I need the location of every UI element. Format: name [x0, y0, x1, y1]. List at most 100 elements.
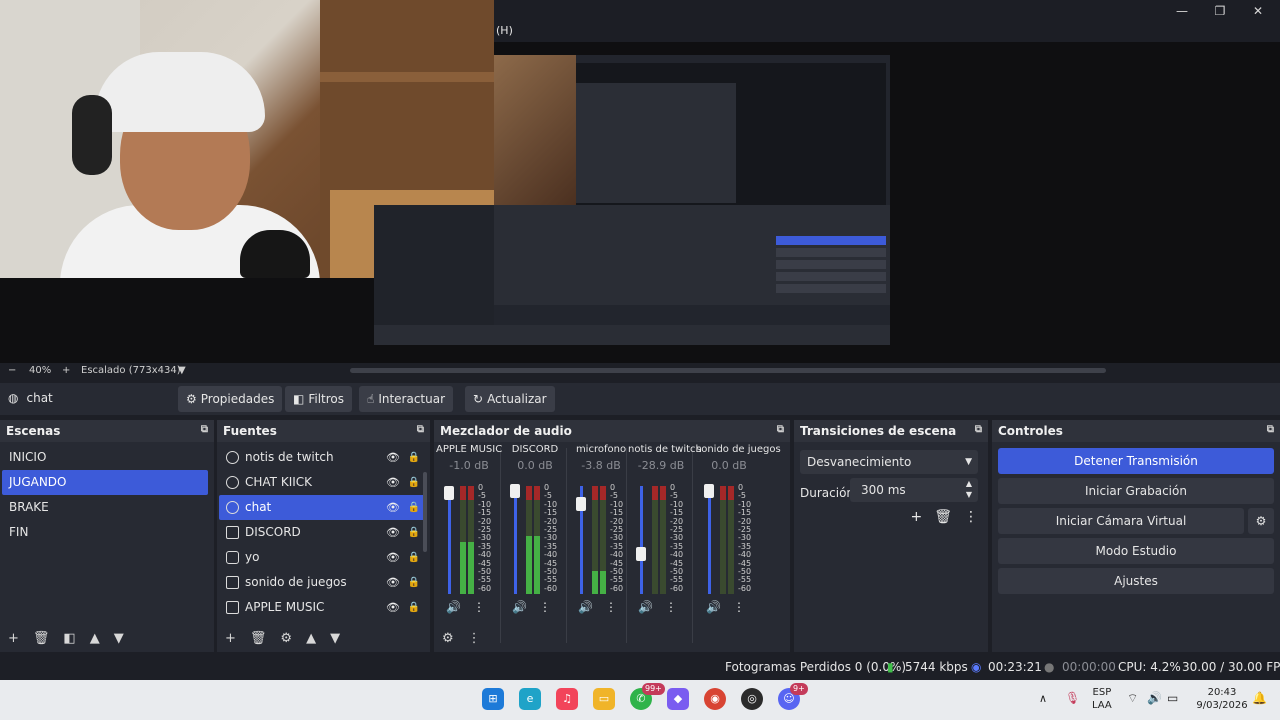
visibility-eye-icon[interactable]: 👁: [386, 495, 400, 520]
tray-expand-icon[interactable]: ∧: [1039, 692, 1047, 705]
properties-button[interactable]: ⚙ Propiedades: [178, 386, 283, 412]
volume-slider-handle[interactable]: [510, 484, 520, 498]
volume-slider-handle[interactable]: [636, 546, 646, 561]
maximize-icon[interactable]: ❐: [1204, 2, 1236, 20]
scaling-label[interactable]: Escalado (773x434): [81, 365, 181, 376]
preview-canvas[interactable]: (H) — ❐ ✕: [0, 0, 1280, 363]
language-indicator[interactable]: ESP LAA: [1092, 686, 1112, 712]
whatsapp-icon[interactable]: ✆ 99+: [630, 683, 665, 710]
scaling-dropdown-icon[interactable]: ▼: [178, 365, 186, 376]
spinner-icon[interactable]: ▲ ▼: [966, 478, 972, 500]
source-item-chat[interactable]: chat 👁 🔒: [219, 495, 426, 520]
start-recording-button[interactable]: Iniciar Grabación: [998, 478, 1274, 504]
zoom-in-button[interactable]: +: [62, 365, 70, 376]
move-down-icon[interactable]: ▼: [114, 631, 124, 646]
channel-menu-icon[interactable]: ⋮: [473, 600, 485, 614]
volume-slider-handle[interactable]: [704, 484, 714, 498]
microphone-icon[interactable]: 🎙: [1065, 692, 1080, 705]
preview-horizontal-scrollbar[interactable]: [350, 368, 1106, 373]
filters-button[interactable]: ◧ Filtros: [285, 386, 353, 412]
source-item-yo[interactable]: yo 👁 🔒: [219, 545, 426, 570]
remove-transition-icon[interactable]: 🗑: [934, 509, 952, 525]
channel-menu-icon[interactable]: ⋮: [539, 600, 551, 614]
advanced-audio-icon[interactable]: ⚙: [442, 631, 454, 646]
speaker-icon[interactable]: 🔊: [706, 600, 721, 614]
discord-icon[interactable]: ☺ 9+: [778, 683, 808, 710]
scene-filters-icon[interactable]: ◧: [63, 631, 75, 646]
scene-item-inicio[interactable]: INICIO: [0, 445, 214, 470]
apple-music-icon[interactable]: ♫: [556, 688, 578, 710]
transition-select[interactable]: Desvanecimiento ▼: [800, 450, 978, 474]
file-explorer-icon[interactable]: ▭: [593, 688, 615, 710]
clock[interactable]: 20:43 9/03/2026: [1196, 686, 1248, 712]
scene-item-fin[interactable]: FIN: [0, 520, 214, 545]
visibility-eye-icon[interactable]: 👁: [386, 545, 400, 570]
visibility-eye-icon[interactable]: 👁: [386, 595, 400, 620]
minimize-icon[interactable]: —: [1166, 2, 1198, 20]
refresh-button[interactable]: ↻ Actualizar: [465, 386, 555, 412]
visibility-eye-icon[interactable]: 👁: [386, 445, 400, 470]
volume-slider[interactable]: [708, 486, 711, 594]
source-item-notis-de-twitch[interactable]: notis de twitch 👁 🔒: [219, 445, 426, 470]
edge-icon[interactable]: e: [519, 688, 541, 710]
notification-bell-icon[interactable]: 🔔: [1252, 692, 1267, 705]
virtual-camera-settings-icon[interactable]: ⚙: [1248, 508, 1274, 534]
source-properties-icon[interactable]: ⚙: [280, 631, 292, 646]
visibility-eye-icon[interactable]: 👁: [386, 570, 400, 595]
volume-slider[interactable]: [640, 486, 643, 594]
add-transition-icon[interactable]: +: [910, 509, 922, 525]
remove-source-icon[interactable]: 🗑: [250, 631, 267, 646]
visibility-eye-icon[interactable]: 👁: [386, 470, 400, 495]
add-scene-icon[interactable]: +: [8, 631, 19, 646]
speaker-icon[interactable]: 🔊: [446, 600, 461, 614]
move-down-icon[interactable]: ▼: [330, 631, 340, 646]
wifi-icon[interactable]: ⌔: [1127, 692, 1138, 705]
source-item-apple-music[interactable]: APPLE MUSIC 👁 🔒: [219, 595, 426, 620]
zoom-out-button[interactable]: −: [8, 365, 16, 376]
undock-icon[interactable]: ⧉: [1267, 424, 1274, 435]
undock-icon[interactable]: ⧉: [417, 424, 424, 435]
windows-start-icon[interactable]: ⊞: [482, 688, 504, 710]
speaker-icon[interactable]: 🔊: [638, 600, 653, 614]
studio-mode-button[interactable]: Modo Estudio: [998, 538, 1274, 564]
lock-icon[interactable]: 🔒: [408, 595, 420, 620]
obs-icon[interactable]: ◎: [741, 688, 763, 710]
volume-icon[interactable]: 🔊: [1147, 692, 1162, 705]
more-options-icon[interactable]: ⋮: [964, 509, 978, 525]
visibility-eye-icon[interactable]: 👁: [386, 520, 400, 545]
lock-icon[interactable]: 🔒: [408, 495, 420, 520]
duration-input[interactable]: 300 ms ▲ ▼: [850, 478, 978, 502]
lock-icon[interactable]: 🔒: [408, 445, 420, 470]
copilot-icon[interactable]: ◆: [667, 688, 689, 710]
undock-icon[interactable]: ⧉: [777, 424, 784, 435]
sources-scrollbar[interactable]: [423, 472, 427, 552]
chrome-icon[interactable]: ◉: [704, 688, 726, 710]
interact-button[interactable]: ☝ Interactuar: [359, 386, 454, 412]
source-item-chat-kiick[interactable]: CHAT KIICK 👁 🔒: [219, 470, 426, 495]
start-virtual-camera-button[interactable]: Iniciar Cámara Virtual: [998, 508, 1244, 534]
close-icon[interactable]: ✕: [1242, 2, 1274, 20]
channel-menu-icon[interactable]: ⋮: [605, 600, 617, 614]
speaker-icon[interactable]: 🔊: [578, 600, 593, 614]
more-options-icon[interactable]: ⋮: [468, 631, 481, 646]
undock-icon[interactable]: ⧉: [201, 424, 208, 435]
volume-slider-handle[interactable]: [444, 486, 454, 501]
speaker-icon[interactable]: 🔊: [512, 600, 527, 614]
lock-icon[interactable]: 🔒: [408, 570, 420, 595]
battery-icon[interactable]: ▭: [1167, 692, 1178, 705]
remove-scene-icon[interactable]: 🗑: [33, 631, 50, 646]
volume-slider-handle[interactable]: [576, 496, 586, 511]
channel-menu-icon[interactable]: ⋮: [665, 600, 677, 614]
source-item-discord[interactable]: DISCORD 👁 🔒: [219, 520, 426, 545]
stop-stream-button[interactable]: Detener Transmisión: [998, 448, 1274, 474]
move-up-icon[interactable]: ▲: [90, 631, 100, 646]
settings-button[interactable]: Ajustes: [998, 568, 1274, 594]
move-up-icon[interactable]: ▲: [306, 631, 316, 646]
lock-icon[interactable]: 🔒: [408, 470, 420, 495]
undock-icon[interactable]: ⧉: [975, 424, 982, 435]
lock-icon[interactable]: 🔒: [408, 520, 420, 545]
add-source-icon[interactable]: +: [225, 631, 236, 646]
volume-slider[interactable]: [514, 486, 517, 594]
channel-menu-icon[interactable]: ⋮: [733, 600, 745, 614]
scene-item-jugando[interactable]: JUGANDO: [2, 470, 208, 495]
